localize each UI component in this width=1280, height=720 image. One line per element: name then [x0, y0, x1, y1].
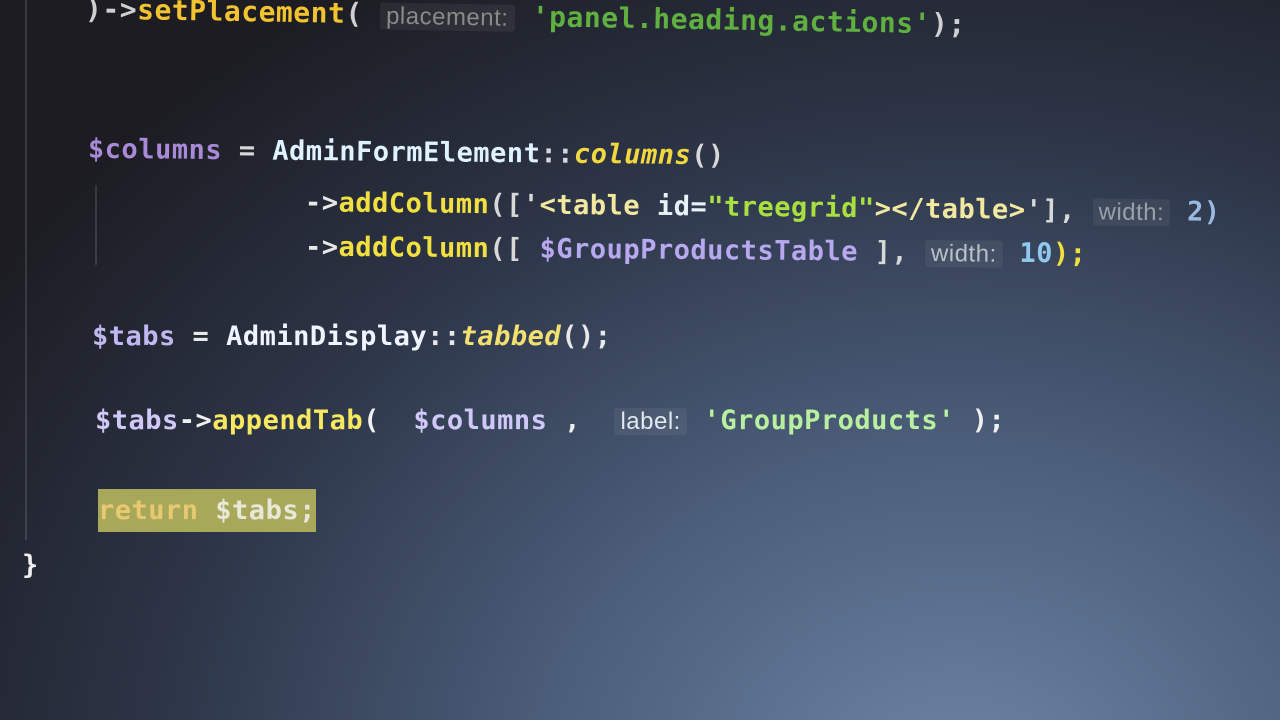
code-token: )->: [84, 0, 138, 27]
code-line: )->setPlacement( placement: 'panel.headi…: [85, 0, 966, 41]
code-token: ->: [304, 187, 339, 219]
code-token: 2): [1170, 196, 1221, 228]
code-token: $columns: [87, 133, 223, 167]
code-token: (: [345, 0, 381, 31]
code-token: ([': [489, 189, 540, 221]
code-token: tabbed: [460, 321, 562, 352]
code-line: return $tabs;: [98, 489, 316, 532]
code-token: addColumn: [338, 231, 490, 265]
code-token: "treegrid": [707, 191, 875, 225]
code-token: ],: [857, 236, 926, 268]
code-line: $tabs = AdminDisplay::tabbed();: [92, 321, 611, 352]
code-token: setPlacement: [136, 0, 346, 30]
code-token: ();: [561, 321, 612, 352]
code-token: ></table>: [874, 193, 1026, 226]
code-token: (: [363, 405, 414, 436]
code-token: '],: [1025, 194, 1093, 227]
code-token: );: [930, 7, 967, 41]
code-line: $tabs->appendTab( $columns , label: 'Gro…: [95, 405, 1005, 436]
code-token: 'panel.heading.actions': [514, 0, 932, 41]
code-token: AdminDisplay: [226, 321, 428, 352]
code-token: $tabs: [95, 405, 179, 436]
code-token: =: [221, 135, 273, 167]
code-token: ([: [489, 233, 540, 265]
code-line: ->addColumn([ $GroupProductsTable ], wid…: [305, 232, 1087, 270]
code-token: id=: [656, 190, 708, 223]
indent-guide: [95, 185, 97, 265]
code-token: =: [175, 321, 227, 352]
code-token: ::: [540, 138, 575, 170]
code-token: 10: [1002, 237, 1054, 270]
code-token: return: [98, 489, 216, 532]
code-line: ->addColumn(['<table id="treegrid"></tab…: [305, 187, 1221, 228]
code-token: ,: [547, 405, 615, 436]
code-token: );: [954, 405, 1006, 436]
indent-guide: [25, 0, 27, 540]
code-token: );: [1052, 238, 1087, 270]
code-line: $columns = AdminFormElement::columns(): [88, 134, 725, 172]
code-token: $tabs;: [215, 489, 316, 532]
parameter-hint: placement:: [379, 2, 515, 32]
code-token: (): [691, 139, 725, 172]
code-token: $tabs: [92, 321, 176, 352]
code-token: 'GroupProducts': [686, 405, 955, 436]
code-token: }: [22, 550, 39, 581]
code-token: $columns: [413, 405, 548, 436]
code-token: appendTab: [212, 405, 364, 436]
code-token: columns: [573, 138, 692, 171]
code-token: <table: [539, 189, 658, 222]
code-token: ::: [427, 321, 461, 352]
code-token: $GroupProductsTable: [539, 233, 859, 268]
code-token: addColumn: [338, 187, 490, 221]
parameter-hint: width:: [924, 240, 1003, 268]
parameter-hint: label:: [614, 408, 687, 435]
code-line: }: [22, 550, 39, 581]
code-token: AdminFormElement: [272, 135, 541, 170]
parameter-hint: width:: [1092, 198, 1171, 227]
code-token: ->: [178, 405, 213, 436]
code-token: ->: [304, 231, 339, 263]
